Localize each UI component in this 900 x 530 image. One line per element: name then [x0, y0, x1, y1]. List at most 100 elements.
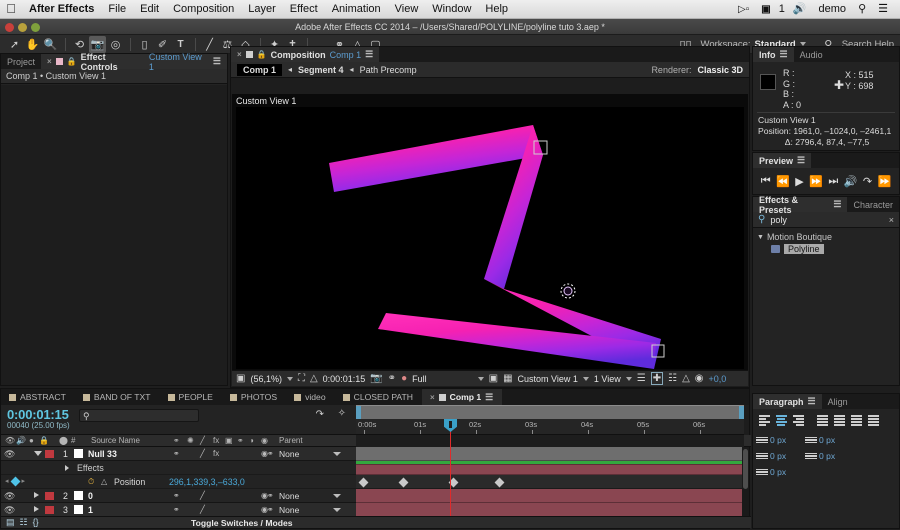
- current-time-indicator-line[interactable]: [450, 419, 451, 516]
- time-ruler[interactable]: 0:00s 01s 02s 03s 04s 05s 06s: [356, 419, 744, 435]
- panel-menu-icon[interactable]: ☰: [833, 199, 841, 210]
- tab-align[interactable]: Align: [822, 394, 854, 409]
- layer-name[interactable]: Null 33: [88, 449, 117, 459]
- brush-tool-icon[interactable]: ╱: [201, 36, 218, 53]
- layer-label-color[interactable]: [45, 492, 54, 500]
- spotlight-search-icon[interactable]: ⚲: [852, 0, 872, 19]
- effect-controls-body[interactable]: [1, 85, 227, 385]
- view-layout-name[interactable]: Custom View 1: [518, 374, 578, 384]
- fast-previews-icon[interactable]: ✚: [650, 372, 664, 385]
- comp-flowchart-icon[interactable]: △: [682, 373, 690, 384]
- indent-first-line-field[interactable]: 0 px: [756, 449, 805, 463]
- panel-menu-icon[interactable]: ☰: [365, 49, 373, 60]
- position-keyframe-row[interactable]: [356, 475, 744, 489]
- property-row-position[interactable]: ◂ ▸ ⏱ △ Position 296,1,339,3,–633,0: [1, 475, 356, 489]
- ram-preview-icon[interactable]: ⏩: [878, 175, 892, 188]
- panel-menu-icon[interactable]: ☰: [485, 392, 493, 403]
- minimize-window-icon[interactable]: [18, 23, 27, 32]
- first-frame-icon[interactable]: ⏮: [761, 175, 771, 188]
- parent-value[interactable]: None: [279, 449, 299, 459]
- table-row[interactable]: 👁 2 0 ⚭ ╱ ◉ ⚭ None: [1, 489, 356, 503]
- quality-toggle-icon[interactable]: ╱: [200, 491, 205, 500]
- effects-search-input[interactable]: [770, 214, 863, 225]
- parent-value[interactable]: None: [279, 491, 299, 501]
- tab-band-of-txt[interactable]: BAND OF TXT: [75, 389, 160, 405]
- chevron-left-icon-2[interactable]: ◂: [350, 65, 354, 74]
- renderer-value[interactable]: Classic 3D: [697, 65, 743, 75]
- composition-viewer[interactable]: Custom View 1: [232, 94, 748, 371]
- composition-canvas[interactable]: [236, 107, 744, 369]
- effects-search-row[interactable]: ⚲ ×: [753, 212, 899, 228]
- video-toggle-icon[interactable]: 👁: [4, 491, 15, 502]
- parent-pickwhip-icon[interactable]: ⚭: [267, 449, 274, 458]
- tab-effect-controls[interactable]: × 🔒 Effect Controls Custom View 1 ☰: [41, 52, 227, 72]
- quality-toggle-icon[interactable]: ╱: [200, 505, 205, 514]
- keyframe-navigator[interactable]: ◂ ▸: [5, 476, 25, 486]
- show-snapshot-icon[interactable]: ⚭: [388, 373, 396, 384]
- tab-preview[interactable]: Preview ☰: [753, 153, 812, 168]
- menu-effect[interactable]: Effect: [283, 0, 325, 19]
- exposure-offset[interactable]: +0,0: [709, 374, 727, 384]
- notification-center-icon[interactable]: ☰: [872, 0, 894, 19]
- layer-2-duration-bar[interactable]: [356, 489, 744, 503]
- pen-tool-icon[interactable]: ✐: [154, 36, 171, 53]
- snapshot-icon[interactable]: 📷: [370, 373, 382, 384]
- menu-file[interactable]: File: [101, 0, 133, 19]
- parent-pickwhip-icon[interactable]: ⚭: [267, 491, 274, 500]
- effects-group-row[interactable]: Effects: [1, 461, 356, 475]
- pan-behind-tool-icon[interactable]: ◎: [107, 36, 124, 53]
- mask-visibility-icon[interactable]: △: [310, 373, 318, 384]
- lock-icon[interactable]: 🔒: [257, 50, 267, 59]
- justify-last-right-icon[interactable]: [849, 414, 863, 427]
- expand-layer-icon[interactable]: [34, 506, 39, 512]
- comp-nav-comp1[interactable]: Comp 1: [237, 63, 283, 76]
- resolution-value[interactable]: Full: [412, 374, 427, 384]
- view-count[interactable]: 1 View: [594, 374, 621, 384]
- layer-switches-icon[interactable]: ☷: [20, 517, 28, 528]
- parent-pickwhip-icon[interactable]: ⚭: [267, 505, 274, 514]
- panel-menu-icon[interactable]: ☰: [797, 155, 805, 166]
- quality-toggle-icon[interactable]: ╱: [200, 449, 205, 458]
- menu-help[interactable]: Help: [478, 0, 515, 19]
- layer-name[interactable]: 1: [88, 505, 93, 515]
- layer-1-track[interactable]: [356, 447, 744, 461]
- menu-after-effects[interactable]: After Effects: [22, 0, 101, 19]
- zoom-level[interactable]: (56,1%): [250, 374, 282, 384]
- audio-icon[interactable]: 🔊: [844, 175, 858, 188]
- window-controls[interactable]: [5, 23, 40, 32]
- menu-window[interactable]: Window: [425, 0, 478, 19]
- table-row[interactable]: 👁 3 1 ⚭ ╱ ◉ ⚭ None: [1, 503, 356, 517]
- timeline-search-input[interactable]: ⚲: [79, 409, 199, 422]
- tab-closed-path[interactable]: CLOSED PATH: [335, 389, 422, 405]
- keyframe[interactable]: [358, 477, 369, 488]
- effects-group-motion-boutique[interactable]: ▼ Motion Boutique: [753, 231, 899, 243]
- live-update-icon[interactable]: ↷: [316, 409, 324, 420]
- magnification-icon[interactable]: ▣: [236, 373, 245, 384]
- loop-icon[interactable]: ↷: [863, 175, 872, 188]
- timeline-timecode[interactable]: 0:00:01:15: [7, 407, 69, 422]
- clear-search-icon[interactable]: ×: [889, 215, 894, 225]
- add-keyframe-icon[interactable]: [10, 476, 20, 486]
- layer-label-color[interactable]: [45, 506, 54, 514]
- tab-info[interactable]: Info ☰: [753, 47, 794, 62]
- panel-menu-icon[interactable]: ☰: [808, 396, 816, 407]
- hand-tool-icon[interactable]: ✋: [24, 36, 41, 53]
- graph-editor-icon[interactable]: {}: [33, 517, 39, 528]
- layer-3-duration-bar[interactable]: [356, 503, 744, 516]
- video-toggle-icon[interactable]: 👁: [4, 449, 15, 460]
- layer-1-duration-bar[interactable]: [356, 465, 744, 475]
- next-frame-icon[interactable]: ⏩: [809, 175, 823, 188]
- close-icon[interactable]: ×: [237, 50, 242, 59]
- volume-icon[interactable]: 🔊: [787, 0, 813, 19]
- tab-photos[interactable]: PHOTOS: [222, 389, 286, 405]
- timeline-vertical-scrollbar[interactable]: [742, 447, 749, 516]
- lock-icon[interactable]: 🔒: [67, 57, 77, 66]
- space-after-field[interactable]: 0 px: [756, 465, 805, 479]
- parent-dropdown-icon[interactable]: [333, 494, 341, 498]
- comp-button-icon[interactable]: ▤: [6, 517, 15, 528]
- tab-video[interactable]: video: [286, 389, 335, 405]
- prev-keyframe-icon[interactable]: ◂: [5, 477, 9, 485]
- work-area-start-handle[interactable]: [356, 406, 361, 420]
- close-icon[interactable]: ×: [430, 393, 435, 402]
- align-left-icon[interactable]: [757, 414, 771, 427]
